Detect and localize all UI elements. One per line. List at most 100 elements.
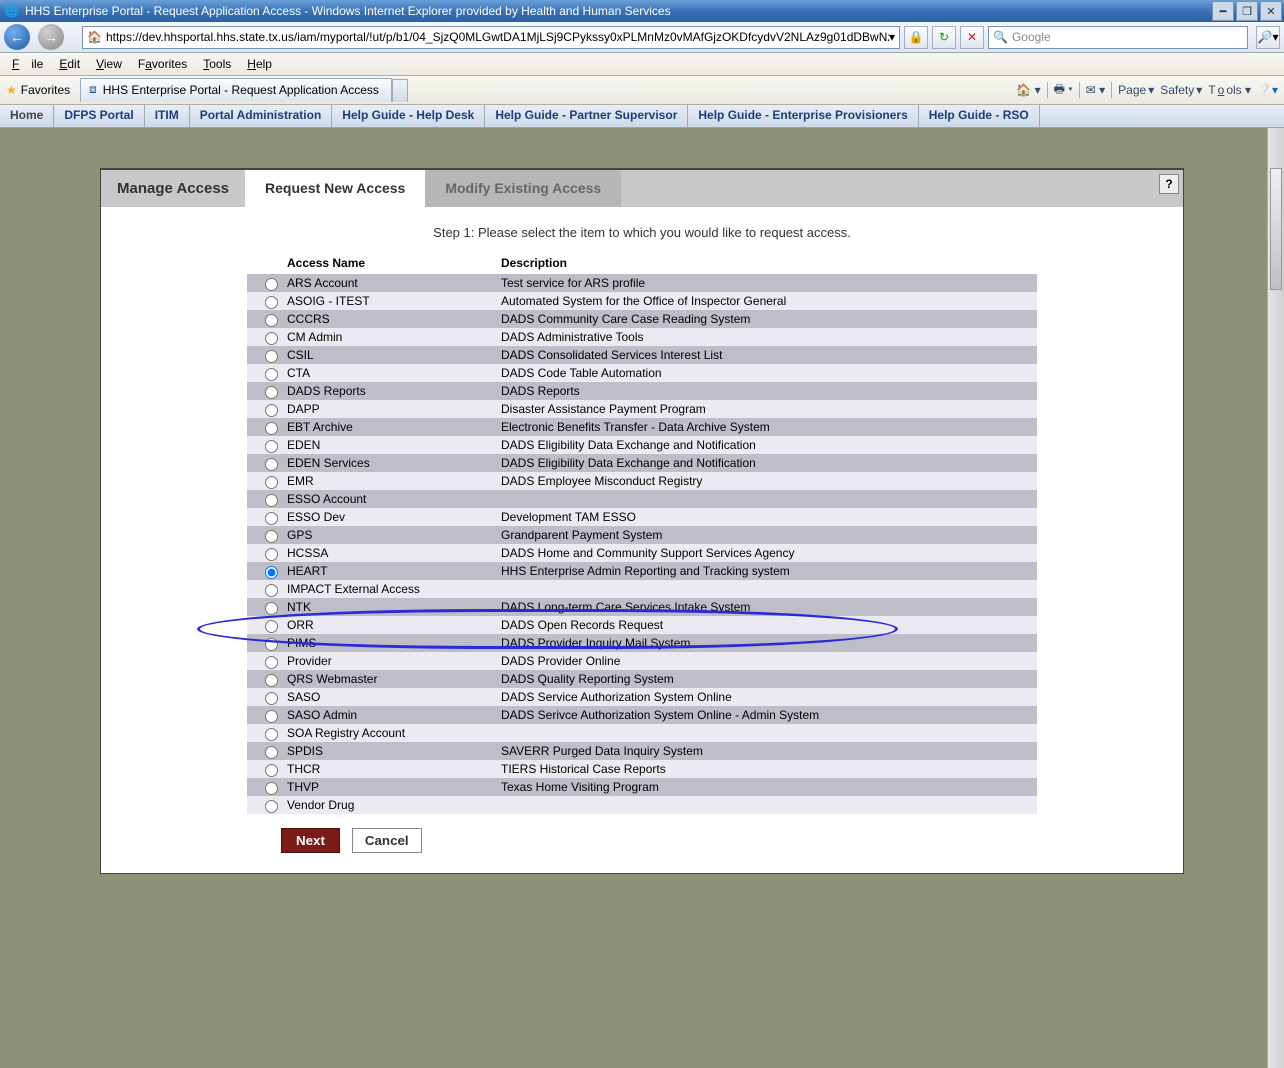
access-radio[interactable] [265, 710, 278, 723]
table-row[interactable]: HEARTHHS Enterprise Admin Reporting and … [247, 562, 1037, 580]
access-radio[interactable] [265, 800, 278, 813]
access-radio[interactable] [265, 296, 278, 309]
table-row[interactable]: EBT ArchiveElectronic Benefits Transfer … [247, 418, 1037, 436]
table-row[interactable]: DAPPDisaster Assistance Payment Program [247, 400, 1037, 418]
feeds-icon[interactable]: 🖶 ▾ [1054, 80, 1073, 101]
menu-favorites[interactable]: Favorites [132, 55, 193, 73]
access-radio[interactable] [265, 404, 278, 417]
vertical-scrollbar[interactable] [1267, 128, 1284, 1068]
portal-tab-itim[interactable]: ITIM [145, 105, 190, 127]
portal-tab-home[interactable]: Home [0, 105, 54, 127]
access-radio[interactable] [265, 746, 278, 759]
access-radio[interactable] [265, 350, 278, 363]
table-row[interactable]: ESSO Account [247, 490, 1037, 508]
scrollbar-thumb[interactable] [1270, 168, 1282, 290]
portal-tab-help-guide-enterprise-provisioners[interactable]: Help Guide - Enterprise Provisioners [688, 105, 918, 127]
access-radio[interactable] [265, 602, 278, 615]
refresh-button[interactable]: ↻ [932, 26, 956, 49]
table-row[interactable]: ProviderDADS Provider Online [247, 652, 1037, 670]
table-row[interactable]: SPDISSAVERR Purged Data Inquiry System [247, 742, 1037, 760]
table-row[interactable]: NTKDADS Long-term Care Services Intake S… [247, 598, 1037, 616]
tools-menu-btn[interactable]: Tools ▾ [1208, 83, 1251, 97]
access-radio[interactable] [265, 440, 278, 453]
search-box[interactable]: 🔍 Google [988, 26, 1248, 49]
address-dropdown-icon[interactable]: ▾ [889, 30, 895, 44]
table-row[interactable]: ASOIG - ITESTAutomated System for the Of… [247, 292, 1037, 310]
table-row[interactable]: EDENDADS Eligibility Data Exchange and N… [247, 436, 1037, 454]
safety-menu[interactable]: Safety ▾ [1160, 83, 1202, 97]
table-row[interactable]: CSILDADS Consolidated Services Interest … [247, 346, 1037, 364]
menu-help[interactable]: Help [241, 55, 278, 73]
help-icon[interactable]: ❔▾ [1257, 83, 1278, 97]
table-row[interactable]: QRS WebmasterDADS Quality Reporting Syst… [247, 670, 1037, 688]
table-row[interactable]: PIMSDADS Provider Inquiry Mail System [247, 634, 1037, 652]
access-radio[interactable] [265, 692, 278, 705]
table-row[interactable]: CM AdminDADS Administrative Tools [247, 328, 1037, 346]
table-row[interactable]: GPSGrandparent Payment System [247, 526, 1037, 544]
access-radio[interactable] [265, 728, 278, 741]
access-radio[interactable] [265, 638, 278, 651]
access-radio[interactable] [265, 314, 278, 327]
table-row[interactable]: EDEN ServicesDADS Eligibility Data Excha… [247, 454, 1037, 472]
favorites-label[interactable]: Favorites [21, 83, 70, 97]
menu-edit[interactable]: Edit [53, 55, 86, 73]
new-tab-button[interactable] [392, 79, 408, 102]
table-row[interactable]: ARS AccountTest service for ARS profile [247, 274, 1037, 292]
portal-tab-portal-administration[interactable]: Portal Administration [190, 105, 333, 127]
access-radio[interactable] [265, 386, 278, 399]
portal-tab-dfps-portal[interactable]: DFPS Portal [54, 105, 144, 127]
menu-tools[interactable]: Tools [197, 55, 237, 73]
access-radio[interactable] [265, 368, 278, 381]
access-radio[interactable] [265, 332, 278, 345]
cancel-button[interactable]: Cancel [352, 828, 422, 853]
access-radio[interactable] [265, 548, 278, 561]
table-row[interactable]: CTADADS Code Table Automation [247, 364, 1037, 382]
portal-tab-help-guide-rso[interactable]: Help Guide - RSO [919, 105, 1040, 127]
close-button[interactable]: ✕ [1260, 1, 1282, 21]
address-bar[interactable]: 🏠 https://dev.hhsportal.hhs.state.tx.us/… [82, 26, 900, 49]
access-radio[interactable] [265, 278, 278, 291]
next-button[interactable]: Next [281, 828, 340, 853]
panel-help-button[interactable]: ? [1159, 174, 1179, 194]
favorites-star-icon[interactable]: ★ [6, 83, 17, 97]
forward-button[interactable]: → [38, 24, 64, 50]
access-radio[interactable] [265, 512, 278, 525]
table-row[interactable]: SASO AdminDADS Serivce Authorization Sys… [247, 706, 1037, 724]
access-radio[interactable] [265, 656, 278, 669]
table-row[interactable]: CCCRSDADS Community Care Case Reading Sy… [247, 310, 1037, 328]
access-radio[interactable] [265, 422, 278, 435]
portal-tab-help-guide-partner-supervisor[interactable]: Help Guide - Partner Supervisor [485, 105, 688, 127]
stop-button[interactable]: ✕ [960, 26, 984, 49]
table-row[interactable]: EMRDADS Employee Misconduct Registry [247, 472, 1037, 490]
table-row[interactable]: HCSSADADS Home and Community Support Ser… [247, 544, 1037, 562]
table-row[interactable]: SASODADS Service Authorization System On… [247, 688, 1037, 706]
access-radio[interactable] [265, 566, 278, 579]
portal-tab-help-guide-help-desk[interactable]: Help Guide - Help Desk [332, 105, 485, 127]
access-radio[interactable] [265, 674, 278, 687]
access-radio[interactable] [265, 494, 278, 507]
table-row[interactable]: THCRTIERS Historical Case Reports [247, 760, 1037, 778]
access-radio[interactable] [265, 764, 278, 777]
search-go-button[interactable]: 🔎▾ [1256, 26, 1280, 49]
mail-icon[interactable]: ✉ ▾ [1086, 83, 1105, 97]
minimize-button[interactable]: ━ [1212, 1, 1234, 21]
table-row[interactable]: ORRDADS Open Records Request [247, 616, 1037, 634]
table-row[interactable]: Vendor Drug [247, 796, 1037, 814]
maximize-button[interactable]: ❐ [1236, 1, 1258, 21]
ssl-lock-icon[interactable]: 🔒 [904, 26, 928, 49]
access-radio[interactable] [265, 458, 278, 471]
page-menu[interactable]: Page ▾ [1118, 83, 1154, 97]
tab-modify-existing-access[interactable]: Modify Existing Access [425, 170, 621, 207]
menu-view[interactable]: View [90, 55, 128, 73]
back-button[interactable]: ← [4, 24, 30, 50]
access-radio[interactable] [265, 476, 278, 489]
table-row[interactable]: SOA Registry Account [247, 724, 1037, 742]
browser-tab[interactable]: ⧈ HHS Enterprise Portal - Request Applic… [80, 78, 392, 102]
table-row[interactable]: ESSO DevDevelopment TAM ESSO [247, 508, 1037, 526]
table-row[interactable]: DADS ReportsDADS Reports [247, 382, 1037, 400]
access-radio[interactable] [265, 782, 278, 795]
access-radio[interactable] [265, 530, 278, 543]
home-icon[interactable]: 🏠 ▾ [1016, 83, 1040, 97]
access-radio[interactable] [265, 620, 278, 633]
table-row[interactable]: THVPTexas Home Visiting Program [247, 778, 1037, 796]
